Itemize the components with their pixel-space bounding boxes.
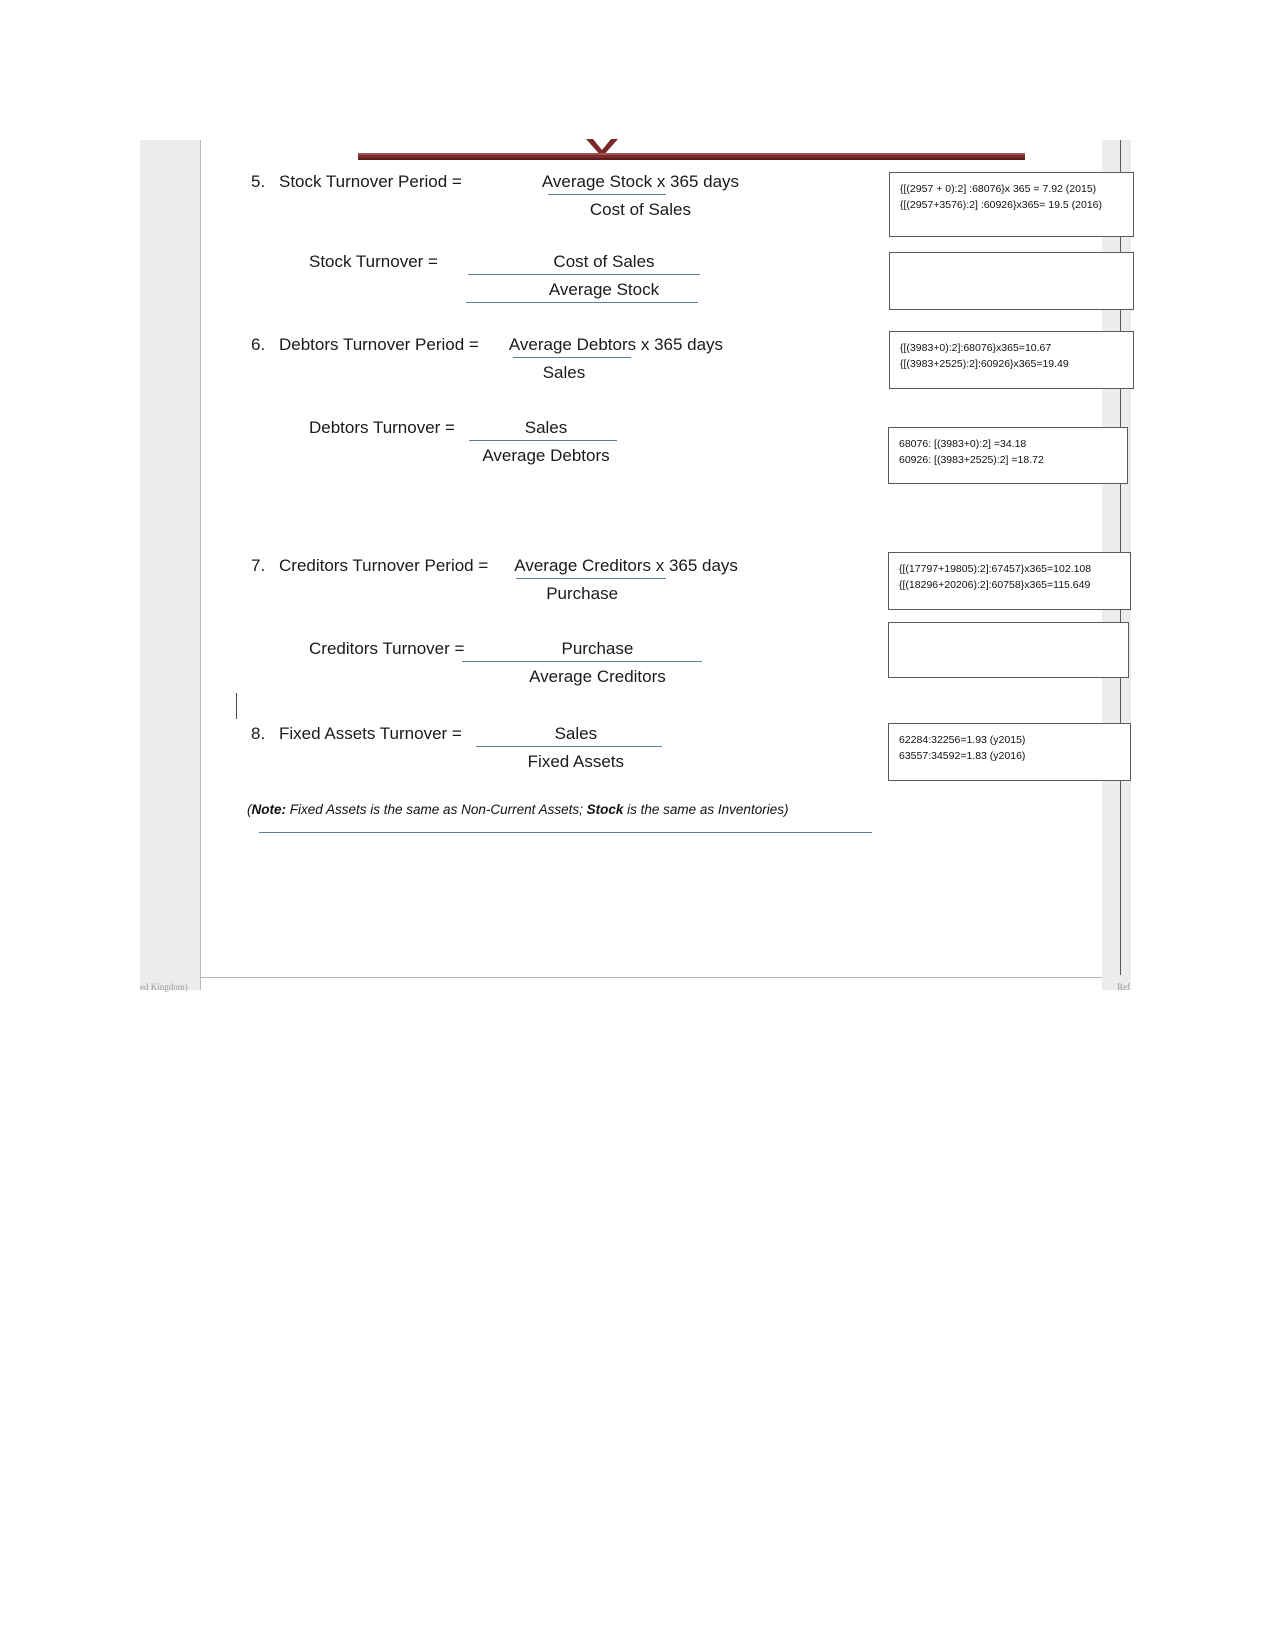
note-text-1: Fixed Assets is the same as Non-Current … (286, 802, 587, 817)
chevron-down-icon-inner (593, 139, 611, 150)
annotation-stock-turnover-period[interactable]: {[(2957 + 0):2] :68076}x 365 = 7.92 (201… (889, 172, 1134, 237)
denominator-text: Sales (542, 363, 586, 382)
margin-change-bar (236, 693, 237, 719)
fraction-rule (512, 357, 631, 358)
fraction-rule (462, 661, 703, 662)
fraction-rule (475, 746, 662, 747)
note-bold-stock: Stock (586, 802, 624, 817)
formula-label: Stock Turnover Period = (279, 172, 462, 191)
numerator-text: Purchase (561, 639, 634, 658)
formula-fraction: Average Stock x 365 days Cost of Sales (540, 171, 741, 221)
formula-denominator: Cost of Sales (589, 200, 691, 219)
bottom-note: (Note: Fixed Assets is the same as Non-C… (247, 802, 788, 817)
formula-denominator: Purchase (512, 580, 652, 605)
bottom-note-underline (259, 832, 872, 833)
formula-numerator: Average Stock x 365 days (540, 171, 741, 196)
numerator-text: Sales (524, 418, 568, 437)
fraction-rule (516, 578, 667, 579)
numerator-text: Cost of Sales (553, 252, 655, 271)
formula-denominator: Average Debtors (473, 442, 619, 467)
formula-label: Stock Turnover = (309, 252, 438, 271)
annotation-creditors-turnover[interactable] (888, 622, 1129, 678)
fraction-rule (465, 302, 698, 303)
formula-row-fixed-assets-turnover: 8. Fixed Assets Turnover = Sales Fixed A… (251, 723, 664, 773)
annotation-line-1: {[(17797+19805):2]:67457}x365=102.108 (899, 563, 1092, 575)
formula-number: 8. (251, 724, 266, 743)
formula-row-debtors-turnover: Debtors Turnover = Sales Average Debtors (281, 417, 619, 467)
annotation-line-2: {[(3983+2525):2]:60926}x365=19.49 (900, 358, 1069, 370)
annotation-line-1: 62284:32256=1.93 (y2015) (899, 734, 1026, 746)
denominator-text: Fixed Assets (527, 752, 625, 771)
formula-numerator: Average Creditors x 365 days (512, 555, 740, 580)
numerator-text: Average Creditors x 365 days (514, 556, 738, 575)
annotation-line-2: 60926: [(3983+2525):2] =18.72 (899, 454, 1044, 466)
formula-denominator: Sales (507, 359, 621, 384)
annotation-line-2: {[(2957+3576):2] :60926}x365= 19.5 (2016… (900, 199, 1103, 211)
header-divider (358, 153, 1025, 160)
page-bottom-rule (201, 977, 1102, 978)
formula-label: Creditors Turnover = (309, 639, 465, 658)
formula-label: Creditors Turnover Period = (279, 556, 489, 575)
formula-numerator: Cost of Sales (467, 251, 702, 276)
fraction-rule (467, 274, 700, 275)
formula-fraction: Average Debtors x 365 days Sales (507, 334, 725, 384)
annotation-line-1: 68076: [(3983+0):2] =34.18 (899, 438, 1027, 450)
formula-denominator: Fixed Assets (488, 748, 664, 773)
note-text-2: is the same as Inventories) (623, 802, 789, 817)
formula-fraction: Purchase Average Creditors (462, 638, 704, 688)
formula-fraction: Sales Fixed Assets (475, 723, 664, 773)
formula-row-creditors-turnover-period: 7. Creditors Turnover Period = Average C… (251, 555, 740, 605)
formula-fraction: Cost of Sales Average Stock (465, 251, 702, 303)
formula-label: Debtors Turnover Period = (279, 335, 479, 354)
annotation-line-2: {[(18296+20206):2]:60758}x365=115.649 (899, 579, 1091, 591)
denominator-text: Average Stock (548, 280, 660, 299)
numerator-text: Average Stock x 365 days (541, 172, 740, 191)
formula-numerator: Average Debtors x 365 days (507, 334, 725, 359)
fraction-rule (469, 440, 617, 441)
formula-numerator: Purchase (462, 638, 704, 663)
fraction-rule (547, 194, 666, 195)
numerator-text: Sales (554, 724, 598, 743)
document-canvas: 5. Stock Turnover Period = Average Stock… (0, 0, 1275, 1650)
denominator-text: Average Creditors (529, 667, 666, 686)
page-body: 5. Stock Turnover Period = Average Stock… (200, 139, 1134, 990)
formula-row-stock-turnover: Stock Turnover = Cost of Sales Average S… (281, 251, 702, 303)
formula-number: 7. (251, 556, 266, 575)
footer-right-text: Ref (1117, 982, 1130, 992)
formula-numerator: Sales (475, 723, 664, 748)
annotation-line-1: {[(3983+0):2]:68076}x365=10.67 (900, 342, 1052, 354)
formula-fraction: Average Creditors x 365 days Purchase (512, 555, 740, 605)
formula-row-debtors-turnover-period: 6. Debtors Turnover Period = Average Deb… (251, 334, 725, 384)
page-left-gutter (140, 140, 200, 990)
numerator-text: Average Debtors x 365 days (508, 335, 724, 354)
formula-denominator: Average Stock (465, 276, 702, 303)
annotation-creditors-turnover-period[interactable]: {[(17797+19805):2]:67457}x365=102.108 {[… (888, 552, 1131, 610)
page-sheet: 5. Stock Turnover Period = Average Stock… (140, 139, 1134, 992)
footer-left-text: ed Kingdom) (140, 982, 188, 992)
formula-numerator: Sales (469, 417, 619, 442)
note-bold-label: Note: (251, 802, 287, 817)
formula-row-stock-turnover-period: 5. Stock Turnover Period = Average Stock… (251, 171, 741, 221)
formula-label: Fixed Assets Turnover = (279, 724, 462, 743)
formula-label: Debtors Turnover = (309, 418, 455, 437)
formula-denominator: Average Creditors (490, 663, 704, 688)
denominator-text: Average Debtors (482, 446, 610, 465)
formula-number: 5. (251, 172, 266, 191)
annotation-line-2: 63557:34592=1.83 (y2016) (899, 750, 1026, 762)
annotation-fixed-assets-turnover[interactable]: 62284:32256=1.93 (y2015) 63557:34592=1.8… (888, 723, 1131, 781)
annotation-debtors-turnover-period[interactable]: {[(3983+0):2]:68076}x365=10.67 {[(3983+2… (889, 331, 1134, 389)
annotation-stock-turnover[interactable] (889, 252, 1134, 310)
formula-fraction: Sales Average Debtors (469, 417, 619, 467)
denominator-text: Purchase (546, 584, 619, 603)
formula-row-creditors-turnover: Creditors Turnover = Purchase Average Cr… (281, 638, 704, 688)
annotation-line-1: {[(2957 + 0):2] :68076}x 365 = 7.92 (201… (900, 183, 1097, 195)
formula-number: 6. (251, 335, 266, 354)
annotation-debtors-turnover[interactable]: 68076: [(3983+0):2] =34.18 60926: [(3983… (888, 427, 1128, 484)
